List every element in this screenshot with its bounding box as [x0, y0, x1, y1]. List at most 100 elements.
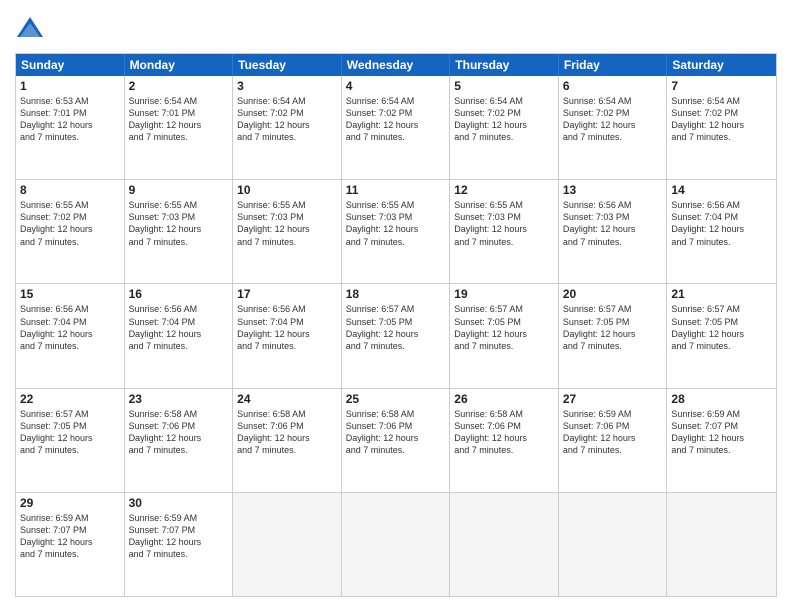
day-number: 27 — [563, 392, 663, 406]
table-row: 26 Sunrise: 6:58 AM Sunset: 7:06 PM Dayli… — [450, 389, 559, 492]
cell-info: Sunrise: 6:57 AM Sunset: 7:05 PM Dayligh… — [454, 303, 554, 352]
day-number: 1 — [20, 79, 120, 93]
day-number: 7 — [671, 79, 772, 93]
table-row: 6Sunrise: 6:54 AM Sunset: 7:02 PM Daylig… — [559, 76, 668, 179]
table-row: 16 Sunrise: 6:56 AM Sunset: 7:04 PM Dayli… — [125, 284, 234, 387]
page: Sunday Monday Tuesday Wednesday Thursday… — [0, 0, 792, 612]
header-monday: Monday — [125, 54, 234, 76]
header-thursday: Thursday — [450, 54, 559, 76]
cell-info: Sunrise: 6:55 AM Sunset: 7:03 PM Dayligh… — [237, 199, 337, 248]
day-number: 3 — [237, 79, 337, 93]
table-row: 5Sunrise: 6:54 AM Sunset: 7:02 PM Daylig… — [450, 76, 559, 179]
cell-info: Sunrise: 6:54 AM Sunset: 7:02 PM Dayligh… — [237, 95, 337, 144]
logo — [15, 15, 49, 45]
table-row — [667, 493, 776, 596]
table-row: 7 Sunrise: 6:54 AM Sunset: 7:02 PM Daylig… — [667, 76, 776, 179]
table-row: 12 Sunrise: 6:55 AM Sunset: 7:03 PM Dayli… — [450, 180, 559, 283]
day-number: 30 — [129, 496, 229, 510]
cell-info: Sunrise: 6:55 AM Sunset: 7:03 PM Dayligh… — [346, 199, 446, 248]
week-row-2: 8 Sunrise: 6:55 AM Sunset: 7:02 PM Daylig… — [16, 179, 776, 283]
cell-info: Sunrise: 6:56 AM Sunset: 7:03 PM Dayligh… — [563, 199, 663, 248]
table-row — [450, 493, 559, 596]
cell-info: Sunrise: 6:55 AM Sunset: 7:03 PM Dayligh… — [129, 199, 229, 248]
day-number: 13 — [563, 183, 663, 197]
cell-info: Sunrise: 6:57 AM Sunset: 7:05 PM Dayligh… — [671, 303, 772, 352]
day-number: 22 — [20, 392, 120, 406]
table-row: 30 Sunrise: 6:59 AM Sunset: 7:07 PM Dayli… — [125, 493, 234, 596]
day-number: 14 — [671, 183, 772, 197]
header-wednesday: Wednesday — [342, 54, 451, 76]
day-number: 19 — [454, 287, 554, 301]
day-number: 25 — [346, 392, 446, 406]
cell-info: Sunrise: 6:54 AM Sunset: 7:01 PM Dayligh… — [129, 95, 229, 144]
table-row: 14Sunrise: 6:56 AM Sunset: 7:04 PM Dayli… — [667, 180, 776, 283]
calendar: Sunday Monday Tuesday Wednesday Thursday… — [15, 53, 777, 597]
day-number: 10 — [237, 183, 337, 197]
cell-info: Sunrise: 6:53 AM Sunset: 7:01 PM Dayligh… — [20, 95, 120, 144]
day-number: 21 — [671, 287, 772, 301]
cell-info: Sunrise: 6:58 AM Sunset: 7:06 PM Dayligh… — [454, 408, 554, 457]
header-tuesday: Tuesday — [233, 54, 342, 76]
header-saturday: Saturday — [667, 54, 776, 76]
table-row: 23Sunrise: 6:58 AM Sunset: 7:06 PM Dayli… — [125, 389, 234, 492]
day-number: 5 — [454, 79, 554, 93]
table-row: 10 Sunrise: 6:55 AM Sunset: 7:03 PM Dayli… — [233, 180, 342, 283]
header — [15, 15, 777, 45]
day-number: 26 — [454, 392, 554, 406]
day-number: 16 — [129, 287, 229, 301]
table-row: 29 Sunrise: 6:59 AM Sunset: 7:07 PM Dayli… — [16, 493, 125, 596]
table-row: 4 Sunrise: 6:54 AM Sunset: 7:02 PM Daylig… — [342, 76, 451, 179]
day-number: 2 — [129, 79, 229, 93]
day-number: 15 — [20, 287, 120, 301]
cell-info: Sunrise: 6:57 AM Sunset: 7:05 PM Dayligh… — [563, 303, 663, 352]
cell-info: Sunrise: 6:56 AM Sunset: 7:04 PM Dayligh… — [129, 303, 229, 352]
table-row: 19 Sunrise: 6:57 AM Sunset: 7:05 PM Dayli… — [450, 284, 559, 387]
day-number: 24 — [237, 392, 337, 406]
cell-info: Sunrise: 6:59 AM Sunset: 7:07 PM Dayligh… — [129, 512, 229, 561]
header-friday: Friday — [559, 54, 668, 76]
table-row: 24Sunrise: 6:58 AM Sunset: 7:06 PM Dayli… — [233, 389, 342, 492]
table-row: 15 Sunrise: 6:56 AM Sunset: 7:04 PM Dayli… — [16, 284, 125, 387]
day-number: 20 — [563, 287, 663, 301]
table-row: 11 Sunrise: 6:55 AM Sunset: 7:03 PM Dayli… — [342, 180, 451, 283]
calendar-header: Sunday Monday Tuesday Wednesday Thursday… — [16, 54, 776, 76]
week-row-1: 1 Sunrise: 6:53 AM Sunset: 7:01 PM Daylig… — [16, 76, 776, 179]
table-row: 8 Sunrise: 6:55 AM Sunset: 7:02 PM Daylig… — [16, 180, 125, 283]
day-number: 29 — [20, 496, 120, 510]
table-row: 3 Sunrise: 6:54 AM Sunset: 7:02 PM Daylig… — [233, 76, 342, 179]
table-row — [342, 493, 451, 596]
cell-info: Sunrise: 6:54 AM Sunset: 7:02 PM Dayligh… — [671, 95, 772, 144]
cell-info: Sunrise: 6:56 AM Sunset: 7:04 PM Dayligh… — [20, 303, 120, 352]
table-row: 27 Sunrise: 6:59 AM Sunset: 7:06 PM Dayli… — [559, 389, 668, 492]
day-number: 23 — [129, 392, 229, 406]
table-row: 28 Sunrise: 6:59 AM Sunset: 7:07 PM Dayli… — [667, 389, 776, 492]
cell-info: Sunrise: 6:59 AM Sunset: 7:07 PM Dayligh… — [20, 512, 120, 561]
cell-info: Sunrise: 6:59 AM Sunset: 7:06 PM Dayligh… — [563, 408, 663, 457]
cell-info: Sunrise: 6:55 AM Sunset: 7:02 PM Dayligh… — [20, 199, 120, 248]
cell-info: Sunrise: 6:54 AM Sunset: 7:02 PM Dayligh… — [346, 95, 446, 144]
week-row-3: 15 Sunrise: 6:56 AM Sunset: 7:04 PM Dayli… — [16, 283, 776, 387]
cell-info: Sunrise: 6:55 AM Sunset: 7:03 PM Dayligh… — [454, 199, 554, 248]
table-row — [559, 493, 668, 596]
day-number: 4 — [346, 79, 446, 93]
logo-icon — [15, 15, 45, 45]
cell-info: Sunrise: 6:56 AM Sunset: 7:04 PM Dayligh… — [237, 303, 337, 352]
day-number: 12 — [454, 183, 554, 197]
cell-info: Sunrise: 6:57 AM Sunset: 7:05 PM Dayligh… — [346, 303, 446, 352]
header-sunday: Sunday — [16, 54, 125, 76]
day-number: 28 — [671, 392, 772, 406]
calendar-body: 1 Sunrise: 6:53 AM Sunset: 7:01 PM Daylig… — [16, 76, 776, 596]
day-number: 8 — [20, 183, 120, 197]
day-number: 17 — [237, 287, 337, 301]
table-row: 25 Sunrise: 6:58 AM Sunset: 7:06 PM Dayli… — [342, 389, 451, 492]
table-row: 2 Sunrise: 6:54 AM Sunset: 7:01 PM Daylig… — [125, 76, 234, 179]
week-row-5: 29 Sunrise: 6:59 AM Sunset: 7:07 PM Dayli… — [16, 492, 776, 596]
cell-info: Sunrise: 6:54 AM Sunset: 7:02 PM Dayligh… — [563, 95, 663, 144]
day-number: 11 — [346, 183, 446, 197]
day-number: 18 — [346, 287, 446, 301]
cell-info: Sunrise: 6:58 AM Sunset: 7:06 PM Dayligh… — [346, 408, 446, 457]
table-row: 17 Sunrise: 6:56 AM Sunset: 7:04 PM Dayli… — [233, 284, 342, 387]
cell-info: Sunrise: 6:59 AM Sunset: 7:07 PM Dayligh… — [671, 408, 772, 457]
cell-info: Sunrise: 6:57 AM Sunset: 7:05 PM Dayligh… — [20, 408, 120, 457]
table-row: 13 Sunrise: 6:56 AM Sunset: 7:03 PM Dayli… — [559, 180, 668, 283]
